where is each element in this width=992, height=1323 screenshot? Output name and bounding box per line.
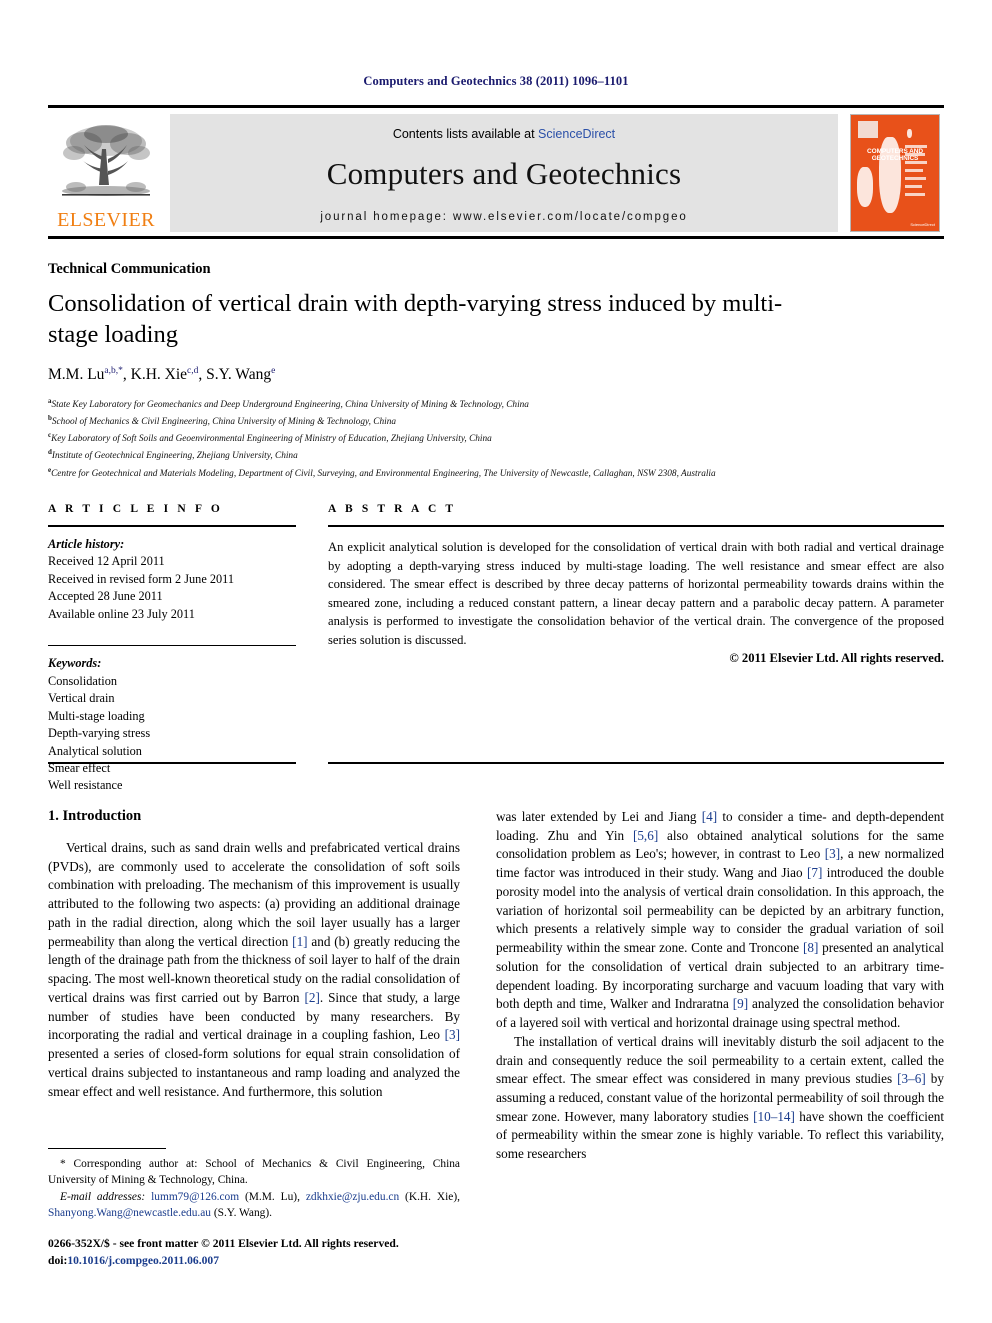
- intro-paragraph-right-2: The installation of vertical drains will…: [496, 1033, 944, 1162]
- keyword-item: Well resistance: [48, 778, 123, 793]
- keywords-rule: [48, 645, 296, 647]
- email-link-2[interactable]: zdkhxie@zju.edu.cn: [306, 1191, 399, 1203]
- affiliation-item: eCentre for Geotechnical and Materials M…: [48, 465, 716, 479]
- doi-label: doi:: [48, 1253, 68, 1267]
- email-label: E-mail addresses:: [60, 1190, 146, 1203]
- history-item: Accepted 28 June 2011: [48, 589, 163, 604]
- affiliation-list: aState Key Laboratory for Geomechanics a…: [48, 396, 948, 482]
- elsevier-logo: ELSEVIER: [48, 114, 164, 232]
- intro-paragraph-right-1: was later extended by Lei and Jiang [4] …: [496, 809, 944, 1031]
- history-item: Received 12 April 2011: [48, 554, 165, 569]
- journal-cover-image: COMPUTERS AND GEOTECHNICS ScienceDirect: [850, 114, 940, 232]
- citation-ref[interactable]: [10–14]: [753, 1109, 795, 1124]
- history-item: Available online 23 July 2011: [48, 606, 195, 621]
- author-0: M.M. Lua,b,*: [48, 366, 123, 384]
- article-info-column: A R T I C L E I N F O Article history: R…: [48, 503, 296, 795]
- contents-lists-line: Contents lists available at ScienceDirec…: [393, 127, 615, 141]
- info-column-bottom-rule: [48, 762, 296, 764]
- keywords-label: Keywords:: [48, 656, 102, 671]
- author-1: K.H. Xiec,d: [130, 366, 199, 384]
- affiliation-item: aState Key Laboratory for Geomechanics a…: [48, 397, 529, 411]
- keyword-item: Depth-varying stress: [48, 726, 151, 741]
- contents-prefix: Contents lists available at: [392, 127, 539, 141]
- citation-ref[interactable]: [3–6]: [897, 1071, 926, 1086]
- article-info-rule: [48, 525, 296, 527]
- abstract-column-bottom-rule: [328, 762, 944, 764]
- author-list: M.M. Lua,b,*, K.H. Xiec,d, S.Y. Wange: [48, 366, 276, 384]
- abstract-rule: [328, 525, 944, 527]
- cover-logo-badge: [858, 121, 878, 138]
- doi-link[interactable]: 10.1016/j.compgeo.2011.06.007: [67, 1254, 219, 1267]
- citation-ref[interactable]: [4]: [702, 809, 717, 824]
- keyword-item: Vertical drain: [48, 691, 115, 706]
- footnote-block: * Corresponding author at: School of Mec…: [48, 1148, 460, 1221]
- affiliation-item: dInstitute of Geotechnical Engineering, …: [48, 448, 298, 462]
- imprint-block: 0266-352X/$ - see front matter © 2011 El…: [48, 1236, 478, 1270]
- elsevier-tree-icon: [62, 125, 150, 196]
- keyword-item: Multi-stage loading: [48, 708, 145, 723]
- abstract-column: A B S T R A C T An explicit analytical s…: [328, 503, 944, 666]
- sciencedirect-link[interactable]: ScienceDirect: [538, 127, 615, 141]
- email-link-3[interactable]: Shanyong.Wang@newcastle.edu.au: [48, 1207, 211, 1219]
- journal-band: Contents lists available at ScienceDirec…: [170, 114, 838, 232]
- citation-ref[interactable]: [9]: [733, 996, 748, 1011]
- body-column-right: was later extended by Lei and Jiang [4] …: [496, 808, 944, 1164]
- issn-line: 0266-352X/$ - see front matter © 2011 El…: [48, 1237, 399, 1250]
- masthead-bottom-rule: [48, 236, 944, 239]
- article-history-block: Article history: Received 12 April 2011 …: [48, 536, 296, 623]
- citation-ref[interactable]: [5,6]: [633, 828, 658, 843]
- section-heading-introduction: 1. Introduction: [48, 808, 142, 824]
- cover-sciencedirect-label: ScienceDirect: [910, 222, 935, 227]
- author-0-sup: a,b,*: [104, 366, 123, 376]
- citation-ref[interactable]: [1]: [292, 934, 307, 949]
- citation-ref[interactable]: [3]: [445, 1027, 460, 1042]
- footnote-rule: [48, 1148, 166, 1149]
- journal-title: Computers and Geotechnics: [326, 156, 682, 191]
- paper-page: Computers and Geotechnics 38 (2011) 1096…: [0, 0, 992, 1323]
- journal-cover: COMPUTERS AND GEOTECHNICS ScienceDirect: [844, 114, 944, 232]
- copyright-line: © 2011 Elsevier Ltd. All rights reserved…: [729, 651, 944, 665]
- elsevier-wordmark: ELSEVIER: [57, 209, 155, 231]
- keyword-item: Consolidation: [48, 673, 118, 688]
- citation-ref[interactable]: [8]: [803, 940, 818, 955]
- author-2: S.Y. Wange: [206, 366, 276, 384]
- affiliation-item: cKey Laboratory of Soft Soils and Geoenv…: [48, 431, 492, 445]
- keyword-item: Analytical solution: [48, 743, 142, 758]
- corresponding-author-note: * Corresponding author at: School of Mec…: [48, 1158, 460, 1187]
- email-addresses-note: E-mail addresses: lumm79@126.com (M.M. L…: [48, 1190, 460, 1219]
- page-title: Consolidation of vertical drain with dep…: [48, 290, 783, 349]
- citation-ref[interactable]: [7]: [807, 865, 822, 880]
- doi-line: doi:10.1016/j.compgeo.2011.06.007: [48, 1253, 478, 1270]
- abstract-heading: A B S T R A C T: [328, 503, 457, 515]
- history-item: Received in revised form 2 June 2011: [48, 571, 234, 586]
- citation-ref[interactable]: [2]: [304, 990, 319, 1005]
- author-1-sup: c,d: [187, 366, 199, 376]
- body-column-left: 1. Introduction Vertical drains, such as…: [48, 808, 460, 1101]
- intro-paragraph-left: Vertical drains, such as sand drain well…: [48, 840, 461, 1099]
- article-history-label: Article history:: [48, 537, 125, 551]
- affiliation-item: bSchool of Mechanics & Civil Engineering…: [48, 414, 397, 428]
- journal-homepage[interactable]: journal homepage: www.elsevier.com/locat…: [320, 211, 687, 223]
- author-2-sup: e: [271, 366, 276, 376]
- article-category: Technical Communication: [48, 261, 211, 277]
- running-head: Computers and Geotechnics 38 (2011) 1096…: [363, 74, 629, 88]
- article-info-heading: A R T I C L E I N F O: [48, 503, 223, 515]
- citation-ref[interactable]: [3]: [825, 846, 840, 861]
- journal-masthead: ELSEVIER Contents lists available at Sci…: [48, 105, 944, 232]
- cover-journal-title: COMPUTERS AND GEOTECHNICS: [867, 148, 923, 162]
- keywords-block: Keywords: Consolidation Vertical drain M…: [48, 655, 296, 795]
- email-link-1[interactable]: lumm79@126.com: [151, 1191, 239, 1203]
- abstract-text: An explicit analytical solution is devel…: [328, 540, 944, 647]
